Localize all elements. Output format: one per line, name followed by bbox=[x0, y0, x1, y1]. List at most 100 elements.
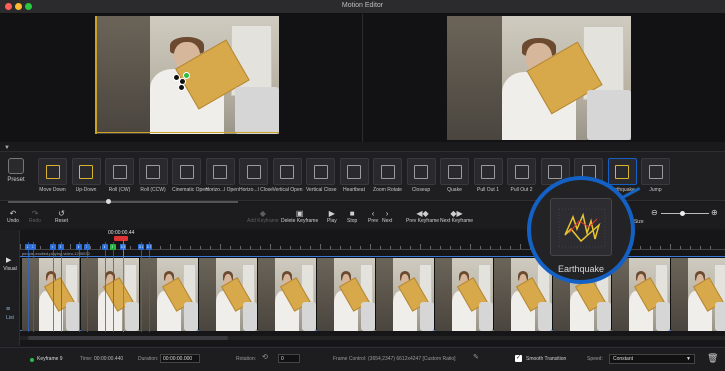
timeline-scroll-thumb[interactable] bbox=[28, 336, 228, 340]
preset-glyph-icon bbox=[246, 164, 261, 179]
prev-keyframe-button[interactable]: ◀◆ Prev Keyframe bbox=[406, 209, 439, 224]
video-frame-image bbox=[447, 16, 631, 140]
preset-tile-label: Pull Out 2 bbox=[510, 187, 533, 193]
time-value: 00:00:00.440 bbox=[94, 356, 124, 362]
preset-tile[interactable]: Pull Out 1 bbox=[473, 158, 503, 196]
keyframe-handle[interactable] bbox=[178, 84, 185, 91]
preset-glyph-icon bbox=[79, 164, 93, 179]
preset-tile-label: Heartbeat bbox=[343, 187, 365, 193]
zoom-out-icon[interactable]: ⊖ bbox=[651, 208, 658, 217]
preset-glyph-icon bbox=[280, 164, 294, 179]
timeline-scrollbar[interactable] bbox=[20, 336, 725, 340]
status-bar: Keyframe 9 Time: 00:00:00.440 Duration: … bbox=[0, 347, 725, 371]
preset-thumbnail bbox=[205, 158, 235, 185]
source-preview[interactable] bbox=[95, 16, 279, 134]
keyframe-guide-line bbox=[33, 242, 34, 332]
preset-tile-label: Move Down bbox=[39, 187, 66, 193]
video-thumbnail bbox=[376, 258, 434, 331]
preset-thumbnail bbox=[373, 158, 402, 185]
add-keyframe-icon: ◆ bbox=[259, 209, 266, 218]
zoom-slider-thumb[interactable] bbox=[680, 211, 685, 216]
visual-arrow-icon: ▶ bbox=[6, 257, 12, 264]
preset-tile[interactable]: Closeup bbox=[406, 158, 436, 196]
duration-input[interactable]: 00:00:00.000 bbox=[160, 354, 200, 363]
speed-select[interactable]: Constant ▼ bbox=[609, 354, 695, 364]
play-button[interactable]: ▶ Play bbox=[327, 209, 337, 224]
visual-tab[interactable]: Visual bbox=[0, 266, 20, 272]
next-icon: › bbox=[385, 209, 389, 218]
preset-tile[interactable]: Jump bbox=[641, 158, 670, 196]
speed-value: Constant bbox=[613, 356, 634, 362]
list-tab[interactable]: List bbox=[0, 315, 20, 321]
preset-tile[interactable]: Horizo...l Close bbox=[239, 158, 273, 196]
keyframe-guide-line bbox=[87, 242, 88, 332]
preset-scrollbar[interactable] bbox=[8, 201, 238, 203]
preset-glyph-icon bbox=[146, 164, 160, 179]
preset-tile[interactable]: Quake bbox=[440, 158, 469, 196]
preset-tile-label: Jump bbox=[649, 187, 662, 193]
video-thumbnail bbox=[317, 258, 375, 331]
preset-tile-label: Roll (CW) bbox=[108, 187, 131, 193]
preset-tile[interactable]: Vertical Open bbox=[272, 158, 303, 196]
keyframe-guide-line bbox=[79, 242, 80, 332]
video-thumbnail bbox=[435, 258, 493, 331]
preset-tile[interactable]: Pull Out 2 bbox=[507, 158, 536, 196]
add-keyframe-button[interactable]: ◆ Add Keyframe bbox=[247, 209, 279, 224]
preset-glyph-icon bbox=[414, 164, 428, 179]
preset-tile[interactable]: Roll (CCW) bbox=[138, 158, 168, 196]
preset-tile[interactable]: Zoom Rotate bbox=[373, 158, 402, 196]
preset-button[interactable]: Preset bbox=[5, 158, 27, 192]
redo-button[interactable]: ↷ Redo bbox=[29, 209, 41, 224]
crop-frame-bottom[interactable] bbox=[95, 132, 279, 133]
preset-glyph-icon bbox=[112, 164, 127, 179]
playhead[interactable] bbox=[123, 240, 124, 332]
preset-tile[interactable]: Horizo...l Open bbox=[205, 158, 239, 196]
prev-button[interactable]: ‹ Prev bbox=[368, 209, 378, 224]
crop-frame-left[interactable] bbox=[95, 16, 97, 134]
smooth-transition-label: Smooth Transition bbox=[526, 356, 567, 362]
active-keyframe-handle[interactable] bbox=[183, 72, 190, 79]
frame-edit-icon[interactable]: ✎ bbox=[473, 353, 479, 361]
preset-tile-label: Vertical Open bbox=[272, 187, 303, 193]
video-thumbnail bbox=[258, 258, 316, 331]
rotation-label: Rotation: bbox=[236, 356, 257, 362]
video-thumbnail bbox=[81, 258, 139, 331]
current-time-badge bbox=[114, 236, 128, 241]
preset-tile[interactable]: Roll (CW) bbox=[105, 158, 134, 196]
stop-button[interactable]: ■ Stop bbox=[347, 209, 357, 224]
preset-tile[interactable]: Vertical Close bbox=[306, 158, 337, 196]
undo-button[interactable]: ↶ Undo bbox=[7, 209, 19, 224]
reset-icon: ↺ bbox=[58, 209, 65, 218]
keyframe-guide-line bbox=[53, 242, 54, 332]
preset-tile[interactable]: Up-Down bbox=[71, 158, 101, 196]
preset-tile-label: Pull Out 1 bbox=[477, 187, 499, 193]
preset-tile[interactable]: Cinematic Open bbox=[172, 158, 208, 196]
rotation-input[interactable]: 0 bbox=[278, 354, 300, 363]
reset-button[interactable]: ↺ Reset bbox=[55, 209, 68, 224]
next-button[interactable]: › Next bbox=[382, 209, 392, 224]
keyframe-guide-line bbox=[113, 242, 114, 332]
next-keyframe-button[interactable]: ◆▶ Next Keyframe bbox=[440, 209, 473, 224]
zoom-slider[interactable] bbox=[661, 213, 709, 214]
preset-tile-label: Roll (CCW) bbox=[140, 187, 166, 193]
preset-tile[interactable]: Heartbeat bbox=[339, 158, 369, 196]
preset-glyph-icon bbox=[615, 164, 629, 179]
preset-thumbnail bbox=[71, 158, 101, 185]
preset-tile-label: Closeup bbox=[411, 187, 431, 193]
zoom-in-icon[interactable]: ⊕ bbox=[711, 208, 718, 217]
smooth-transition-checkbox[interactable]: ✓ bbox=[515, 355, 522, 362]
preset-tile[interactable]: Move Down bbox=[38, 158, 67, 196]
list-icon: ≡ bbox=[6, 306, 11, 313]
keyframe-guide-line bbox=[28, 242, 29, 332]
preset-thumbnail bbox=[339, 158, 369, 185]
preset-tile-label: Vertical Close bbox=[306, 187, 337, 193]
preset-glyph-icon bbox=[481, 164, 495, 179]
preset-glyph-icon bbox=[313, 164, 328, 179]
preset-glyph-icon bbox=[45, 164, 60, 179]
preset-thumbnail bbox=[306, 158, 335, 185]
delete-keyframe-button[interactable]: ▣ Delete Keyframe bbox=[281, 209, 318, 224]
trash-icon[interactable]: 🗑 bbox=[707, 353, 718, 364]
preset-thumbnail bbox=[105, 158, 134, 185]
earthquake-icon bbox=[558, 208, 606, 248]
preset-thumbnail bbox=[138, 158, 168, 185]
